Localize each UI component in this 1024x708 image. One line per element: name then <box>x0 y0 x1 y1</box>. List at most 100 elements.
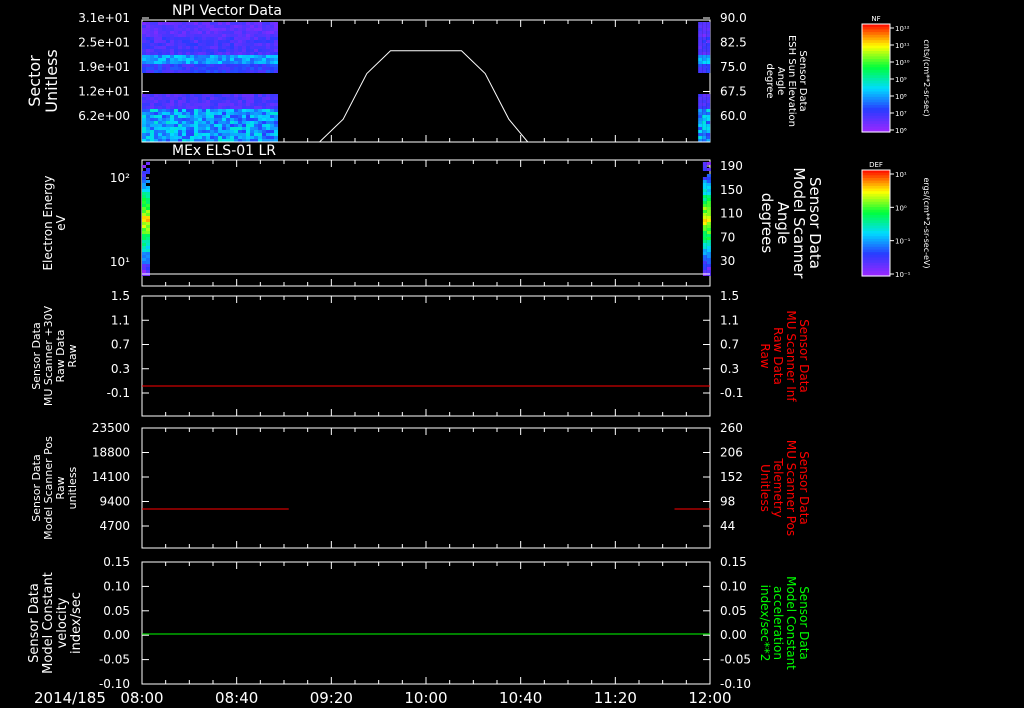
heatmap-cell <box>190 58 194 61</box>
heatmap-cell <box>158 49 162 52</box>
heatmap-cell <box>246 40 250 43</box>
heatmap-cell <box>250 124 254 127</box>
heatmap-cell <box>210 136 214 139</box>
heatmap-cell <box>142 216 146 219</box>
heatmap-cell <box>234 115 238 118</box>
heatmap-cell <box>274 97 278 100</box>
heatmap-cell <box>194 61 198 64</box>
heatmap-cell <box>698 109 703 112</box>
heatmap-cell <box>262 136 266 139</box>
heatmap-cell <box>706 34 711 37</box>
heatmap-cell <box>250 43 254 46</box>
heatmap-cell <box>202 130 206 133</box>
heatmap-cell <box>222 121 226 124</box>
heatmap-cell <box>182 34 186 37</box>
y-tick-label-left: 1.5 <box>111 289 130 303</box>
heatmap-cell <box>222 37 226 40</box>
y-tick-label-left: 0.00 <box>103 628 130 642</box>
heatmap-cell <box>226 55 230 58</box>
heatmap-cell <box>246 127 250 130</box>
heatmap-cell <box>702 168 707 171</box>
heatmap-cell <box>258 43 262 46</box>
heatmap-cell <box>274 133 278 136</box>
heatmap-cell <box>702 264 707 267</box>
heatmap-cell <box>146 118 150 121</box>
heatmap-cell <box>162 67 166 70</box>
heatmap-cell <box>238 55 242 58</box>
heatmap-cell <box>154 64 158 67</box>
heatmap-cell <box>202 25 206 28</box>
heatmap-cell <box>706 249 711 252</box>
heatmap-cell <box>222 22 226 25</box>
heatmap-cell <box>178 70 182 73</box>
heatmap-cell <box>270 40 274 43</box>
heatmap-cell <box>146 31 150 34</box>
heatmap-cell <box>706 49 711 52</box>
heatmap-cell <box>226 34 230 37</box>
heatmap-cell <box>250 58 254 61</box>
heatmap-cell <box>226 103 230 106</box>
heatmap-cell <box>258 67 262 70</box>
heatmap-cell <box>274 64 278 67</box>
heatmap-cell <box>206 109 210 112</box>
heatmap-cell <box>218 118 222 121</box>
heatmap-cell <box>142 43 146 46</box>
heatmap-cell <box>186 136 190 139</box>
heatmap-cell <box>246 31 250 34</box>
heatmap-cell <box>142 109 146 112</box>
heatmap-cell <box>190 136 194 139</box>
heatmap-cell <box>154 94 158 97</box>
heatmap-cell <box>182 136 186 139</box>
heatmap-cell <box>146 252 150 255</box>
heatmap-cell <box>186 124 190 127</box>
heatmap-cell <box>198 37 202 40</box>
heatmap-cell <box>270 130 274 133</box>
heatmap-cell <box>698 112 703 115</box>
heatmap-cell <box>146 37 150 40</box>
heatmap-cell <box>142 67 146 70</box>
heatmap-cell <box>190 55 194 58</box>
y-axis-label-right: Sensor Data <box>797 50 808 111</box>
heatmap-cell <box>246 22 250 25</box>
heatmap-cell <box>190 100 194 103</box>
heatmap-cell <box>270 28 274 31</box>
y-axis-label-left: eV <box>54 214 68 230</box>
heatmap-cell <box>702 43 707 46</box>
heatmap-cell <box>190 109 194 112</box>
heatmap-cell <box>146 124 150 127</box>
heatmap-cell <box>270 112 274 115</box>
heatmap-cell <box>182 52 186 55</box>
heatmap-cell <box>226 31 230 34</box>
heatmap-cell <box>198 58 202 61</box>
colorbar-tick-label: 10⁻¹ <box>895 271 911 279</box>
heatmap-cell <box>186 64 190 67</box>
heatmap-cell <box>254 46 258 49</box>
heatmap-cell <box>150 52 154 55</box>
heatmap-cell <box>266 25 270 28</box>
heatmap-cell <box>214 112 218 115</box>
heatmap-cell <box>254 28 258 31</box>
heatmap-cell <box>170 94 174 97</box>
panel-frame <box>141 427 711 549</box>
heatmap-cell <box>266 22 270 25</box>
heatmap-cell <box>270 55 274 58</box>
heatmap-cell <box>266 58 270 61</box>
heatmap-cell <box>174 61 178 64</box>
heatmap-cell <box>210 124 214 127</box>
heatmap-cell <box>174 124 178 127</box>
heatmap-cell <box>230 55 234 58</box>
heatmap-cell <box>202 118 206 121</box>
heatmap-cells <box>142 22 711 142</box>
heatmap-cell <box>178 133 182 136</box>
heatmap-cell <box>250 55 254 58</box>
panel-2: MEx ELS-01 LR 10² 10¹ 190 150 110 70 30 Electron… <box>41 143 824 287</box>
heatmap-cell <box>182 28 186 31</box>
heatmap-cell <box>226 40 230 43</box>
heatmap-cell <box>154 52 158 55</box>
heatmap-cell <box>266 70 270 73</box>
heatmap-cell <box>166 64 170 67</box>
heatmap-cell <box>162 106 166 109</box>
heatmap-cell <box>702 34 707 37</box>
y-tick-label-right: -0.05 <box>720 653 751 667</box>
y-axis-label-right: MU Scanner Pos <box>784 440 798 536</box>
